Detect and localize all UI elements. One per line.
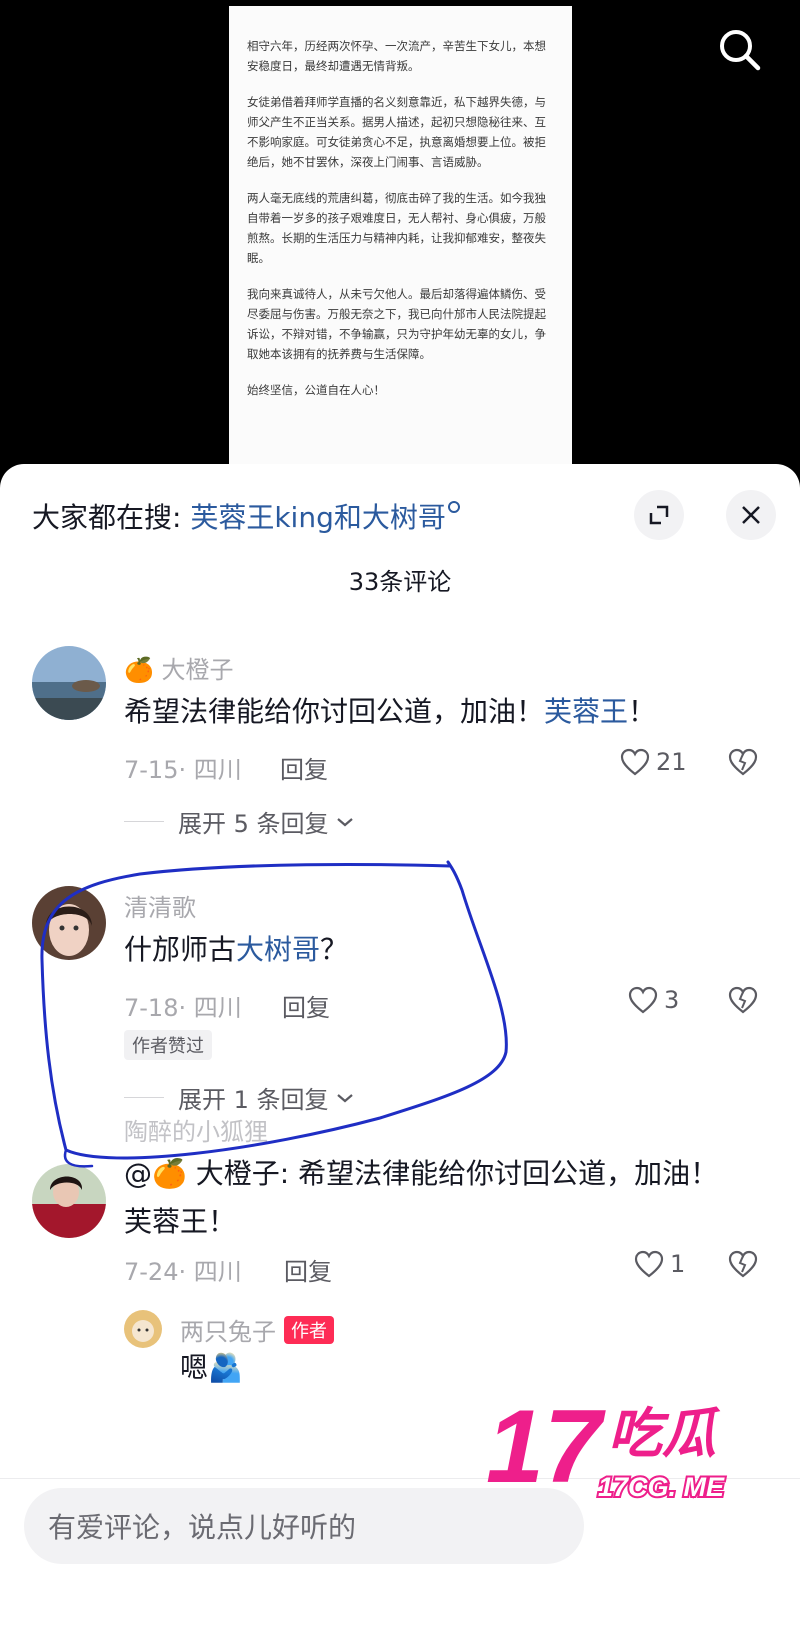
comment-text-tail: ！ xyxy=(628,695,657,728)
comment-keyword-link[interactable]: 大树哥 xyxy=(236,933,320,966)
trending-search[interactable]: 大家都在搜: 芙蓉王king和大树哥 xyxy=(32,496,460,536)
trending-prefix: 大家都在搜: xyxy=(32,501,191,534)
watermark-domain: 17CG. ME xyxy=(598,1472,725,1502)
doc-paragraph: 我向来真诚待人，从未亏欠他人。最后却落得遍体鳞伤、受尽委屈与伤害。万般无奈之下，… xyxy=(247,287,546,361)
dislike-icon[interactable] xyxy=(728,986,758,1018)
like-button[interactable]: 1 xyxy=(634,1250,685,1278)
dislike-icon[interactable] xyxy=(728,748,758,780)
expand-divider xyxy=(124,1097,164,1098)
like-count: 21 xyxy=(656,748,687,776)
like-count: 1 xyxy=(670,1250,686,1278)
like-count: 3 xyxy=(664,986,680,1014)
expand-replies-button[interactable]: 展开 1 条回复 xyxy=(124,1080,355,1115)
comment-text-main: 希望法律能给你讨回公道，加油！ xyxy=(124,695,545,728)
close-icon[interactable] xyxy=(726,490,776,540)
comment-keyword-link[interactable]: 芙蓉王 xyxy=(544,695,628,728)
comment-username[interactable]: 清清歌 xyxy=(124,888,196,923)
doc-paragraph: 女徒弟借着拜师学直播的名义刻意靠近，私下越界失德，与师父产生不正当关系。据男人描… xyxy=(247,95,546,169)
doc-paragraph: 始终坚信，公道自在人心！ xyxy=(247,383,385,397)
expand-label: 展开 1 条回复 xyxy=(178,1086,329,1114)
chevron-down-icon xyxy=(336,1093,353,1102)
comment-date: 7-18· 四川 xyxy=(124,994,242,1022)
expand-icon[interactable] xyxy=(634,490,684,540)
sub-reply-name: 两只兔子 xyxy=(180,1318,276,1346)
comment-text-main: 什邡师古 xyxy=(124,933,237,966)
reply-button[interactable]: 回复 xyxy=(280,750,328,785)
reply-button[interactable]: 回复 xyxy=(284,1252,332,1287)
avatar[interactable] xyxy=(32,886,106,960)
sub-reply-text: 嗯🫂 xyxy=(180,1351,243,1384)
expand-divider xyxy=(124,821,164,822)
like-button[interactable]: 21 xyxy=(620,748,687,776)
comment-count: 33条评论 xyxy=(348,568,452,596)
expand-replies-button[interactable]: 展开 5 条回复 xyxy=(124,804,355,839)
watermark-logo: 17 吃瓜 17CG. ME xyxy=(486,1389,786,1510)
watermark-word: 吃瓜 xyxy=(608,1402,721,1465)
comment-username[interactable]: 🍊 大橙子 xyxy=(124,650,234,685)
comment-text-tail: ？ xyxy=(320,933,349,966)
reply-button[interactable]: 回复 xyxy=(282,988,330,1023)
document-image: 相守六年，历经两次怀孕、一次流产，辛苦生下女儿，本想安稳度日，最终却遭遇无情背叛… xyxy=(229,6,572,486)
avatar[interactable] xyxy=(32,646,106,720)
like-button[interactable]: 3 xyxy=(628,986,679,1014)
sub-reply-username[interactable]: 两只兔子 作者 xyxy=(180,1312,334,1347)
doc-paragraph: 两人毫无底线的荒唐纠葛，彻底击碎了我的生活。如今我独自带着一岁多的孩子艰难度日，… xyxy=(247,191,546,265)
watermark-big: 17 xyxy=(486,1390,606,1505)
chevron-down-icon xyxy=(336,817,353,826)
sheet-header: 大家都在搜: 芙蓉王king和大树哥 33条评论 xyxy=(0,464,800,596)
author-tag: 作者 xyxy=(284,1316,334,1344)
heart-icon xyxy=(628,986,658,1014)
mini-search-icon xyxy=(447,501,460,513)
doc-paragraph: 相守六年，历经两次怀孕、一次流产，辛苦生下女儿，本想安稳度日，最终却遭遇无情背叛… xyxy=(247,39,546,73)
comment-text: 什邡师古大树哥？ xyxy=(124,926,744,974)
comment-text: 希望法律能给你讨回公道，加油！芙蓉王！ xyxy=(124,688,744,736)
heart-icon xyxy=(620,748,650,776)
dislike-icon[interactable] xyxy=(728,1250,758,1282)
comment-date: 7-15· 四川 xyxy=(124,756,242,784)
comment-username[interactable]: 陶醉的小狐狸 xyxy=(124,1112,268,1147)
video-area[interactable]: 相守六年，历经两次怀孕、一次流产，辛苦生下女儿，本想安稳度日，最终却遭遇无情背叛… xyxy=(0,0,800,486)
expand-label: 展开 5 条回复 xyxy=(178,810,329,838)
trending-keyword[interactable]: 芙蓉王king和大树哥 xyxy=(190,501,446,534)
search-icon[interactable] xyxy=(712,22,768,78)
comment-date: 7-24· 四川 xyxy=(124,1258,242,1286)
avatar[interactable] xyxy=(32,1164,106,1238)
comment-text: @🍊 大橙子: 希望法律能给你讨回公道，加油！芙蓉王！ xyxy=(124,1157,719,1238)
author-liked-badge: 作者赞过 xyxy=(124,1030,212,1060)
avatar[interactable] xyxy=(124,1310,162,1348)
heart-icon xyxy=(634,1250,664,1278)
